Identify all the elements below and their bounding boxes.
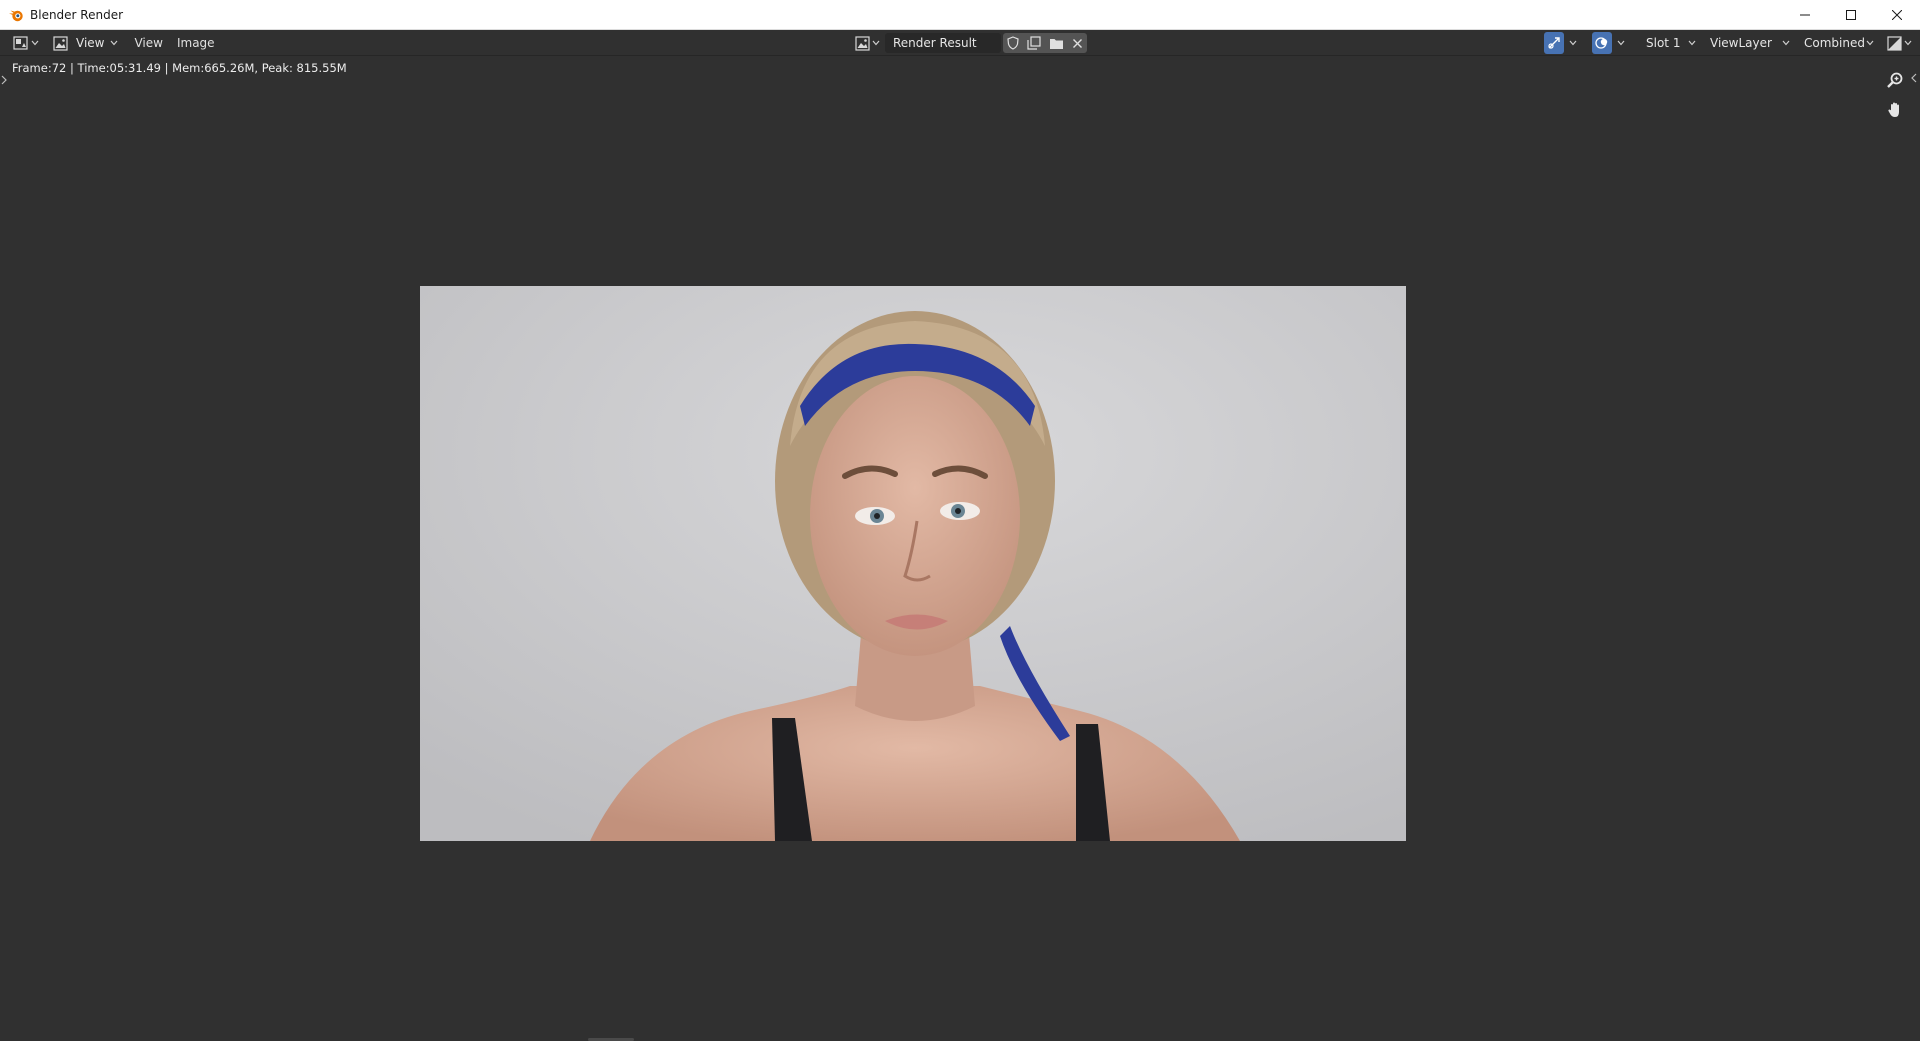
overlay-toggle[interactable]	[1592, 32, 1612, 54]
header-right: Slot 1 ViewLayer Combined	[1544, 30, 1915, 56]
render-pass-dropdown[interactable]: Combined	[1798, 33, 1880, 53]
image-browse-icon	[855, 35, 870, 51]
pan-button[interactable]	[1882, 97, 1908, 123]
fake-user-button[interactable]	[1003, 33, 1023, 53]
render-stats-text: Frame:72 | Time:05:31.49 | Mem:665.26M, …	[12, 61, 347, 75]
render-pass-label: Combined	[1804, 36, 1865, 50]
fake-user-shield-icon	[1007, 36, 1019, 50]
duplicate-image-icon	[1027, 36, 1041, 50]
image-icon	[53, 35, 68, 51]
duplicate-image-button[interactable]	[1023, 33, 1045, 53]
open-image-button[interactable]	[1045, 33, 1068, 53]
mode-label: View	[76, 36, 105, 50]
chevron-right-icon	[1, 75, 7, 85]
chevron-down-icon	[1569, 39, 1577, 47]
minimize-button[interactable]	[1782, 0, 1828, 30]
maximize-icon	[1846, 9, 1856, 20]
image-name-field[interactable]: Render Result	[885, 33, 1001, 53]
chevron-down-icon	[872, 39, 880, 47]
chevron-down-icon	[1617, 39, 1625, 47]
render-result-image	[420, 286, 1406, 841]
zoom-button[interactable]	[1882, 67, 1908, 93]
image-editor-header: View View Image Render Result Slot 1 Vie…	[0, 30, 1920, 56]
blender-logo-icon	[8, 7, 24, 23]
slot-label: Slot 1	[1646, 36, 1681, 50]
close-icon	[1892, 9, 1902, 20]
view-layer-dropdown[interactable]: ViewLayer	[1704, 33, 1796, 53]
chevron-down-icon	[1904, 39, 1912, 47]
slot-dropdown[interactable]: Slot 1	[1640, 33, 1702, 53]
close-button[interactable]	[1874, 0, 1920, 30]
header-left: View View Image	[10, 30, 222, 56]
chevron-down-icon	[110, 39, 118, 47]
menu-view[interactable]: View	[127, 32, 169, 54]
editor-type-button[interactable]	[10, 32, 42, 54]
gizmo-toggle[interactable]	[1544, 32, 1564, 54]
unlink-image-button[interactable]	[1068, 33, 1087, 53]
overlay-icon	[1595, 37, 1608, 49]
zoom-icon	[1887, 72, 1903, 88]
toolbar-expand-arrow[interactable]	[0, 73, 8, 87]
image-actions	[1003, 33, 1087, 53]
unlink-close-icon	[1073, 38, 1082, 48]
display-channels-icon	[1887, 35, 1902, 51]
chevron-down-icon	[1782, 39, 1790, 47]
menu-image[interactable]: Image	[170, 32, 222, 54]
maximize-button[interactable]	[1828, 0, 1874, 30]
display-channels-button[interactable]	[1884, 32, 1915, 54]
minimize-icon	[1800, 14, 1810, 15]
sidebar-expand-arrow[interactable]	[1910, 71, 1918, 85]
mode-selector[interactable]: View	[50, 32, 121, 54]
gizmo-icon	[1548, 37, 1560, 49]
chevron-down-icon	[1688, 39, 1696, 47]
window-title: Blender Render	[30, 7, 124, 22]
image-viewport[interactable]: Frame:72 | Time:05:31.49 | Mem:665.26M, …	[0, 57, 1920, 1041]
blender-window: Blender Render View View Image Render Re…	[0, 0, 1920, 1041]
chevron-down-icon	[1866, 39, 1874, 47]
gizmo-options[interactable]	[1564, 32, 1580, 54]
chevron-down-icon	[31, 39, 39, 47]
image-editor-icon	[13, 36, 28, 50]
window-titlebar: Blender Render	[0, 0, 1920, 30]
pan-hand-icon	[1888, 102, 1899, 117]
window-controls	[1782, 0, 1920, 30]
overlay-options[interactable]	[1612, 32, 1628, 54]
open-folder-icon	[1050, 38, 1063, 49]
view-layer-label: ViewLayer	[1710, 36, 1772, 50]
chevron-left-icon	[1911, 73, 1917, 83]
header-center: Render Result	[852, 30, 1087, 56]
image-browse-button[interactable]	[852, 32, 883, 54]
